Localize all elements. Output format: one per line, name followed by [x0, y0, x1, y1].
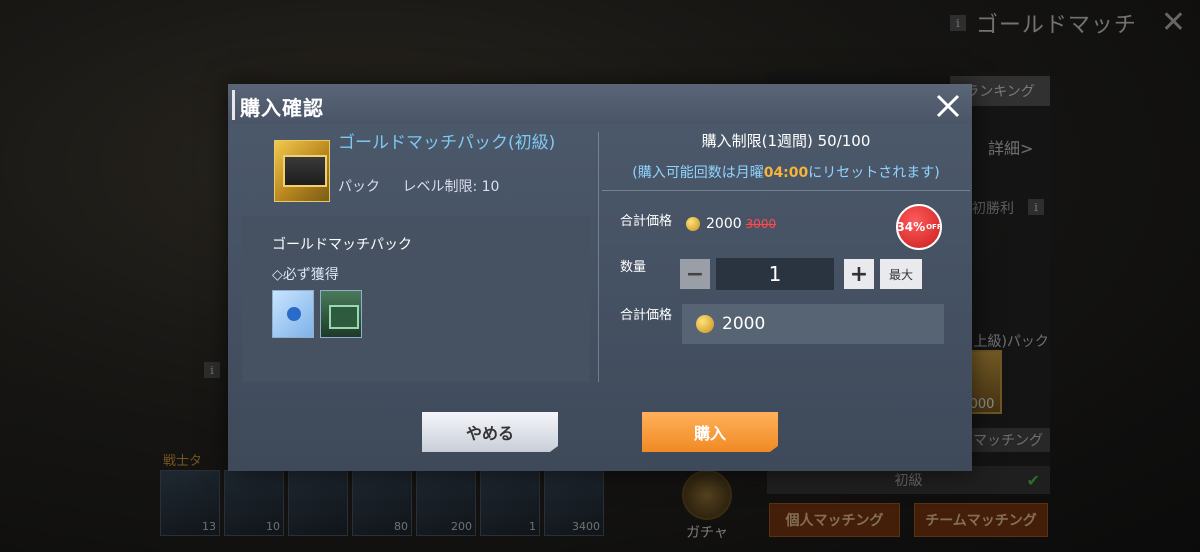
buy-button[interactable]: 購入	[642, 412, 778, 452]
contents-title: ゴールドマッチパック	[272, 237, 412, 253]
discount-badge: 34% OFF	[896, 204, 942, 250]
coin-icon	[696, 315, 714, 333]
total-label: 合計価格	[620, 308, 673, 323]
guaranteed-label: ◇必ず獲得	[272, 267, 339, 283]
decrease-button[interactable]: −	[680, 259, 710, 289]
separator	[602, 190, 970, 191]
quantity-stepper: − 1 + 最大	[680, 258, 922, 290]
price-value: 2000	[706, 216, 742, 232]
item-meta: パック レベル制限: 10	[338, 176, 517, 196]
cancel-button[interactable]: やめる	[422, 412, 558, 452]
close-icon[interactable]	[934, 92, 962, 120]
purchase-confirm-dialog: 購入確認 ゴールドマッチパック(初級) パック レベル制限: 10 ゴールドマッ…	[228, 84, 972, 471]
pack-contents: ゴールドマッチパック ◇必ず獲得	[242, 216, 590, 382]
increase-button[interactable]: +	[844, 259, 874, 289]
item-info-panel: ゴールドマッチパック(初級) パック レベル制限: 10 ゴールドマッチパック …	[228, 124, 598, 384]
reset-time: 04:00	[763, 165, 809, 181]
chest-icon[interactable]	[320, 290, 362, 338]
quantity-field[interactable]: 1	[716, 258, 834, 290]
column-divider	[598, 132, 599, 382]
item-type: パック	[338, 179, 380, 195]
contents-items	[272, 290, 362, 338]
title-accent-bar	[232, 90, 235, 120]
total-price: 2000	[682, 304, 944, 344]
quantity-label: 数量	[620, 260, 647, 275]
item-level-limit: レベル制限: 10	[402, 179, 500, 195]
price-label: 合計価格	[620, 214, 673, 229]
max-button[interactable]: 最大	[880, 259, 922, 289]
dialog-header: 購入確認	[228, 84, 972, 124]
purchase-panel: 購入制限(1週間) 50/100 (購入可能回数は月曜04:00にリセットされま…	[600, 124, 972, 384]
coin-icon	[686, 217, 700, 231]
item-name: ゴールドマッチパック(初級)	[338, 133, 556, 153]
reset-note: (購入可能回数は月曜04:00にリセットされます)	[632, 165, 940, 181]
unit-price: 2000 3000	[686, 216, 776, 232]
ticket-icon[interactable]	[272, 290, 314, 338]
total-value: 2000	[722, 314, 766, 334]
original-price: 3000	[745, 217, 777, 231]
dialog-title: 購入確認	[240, 96, 324, 120]
gold-pack-icon	[274, 140, 330, 202]
purchase-limit: 購入制限(1週間) 50/100	[701, 132, 871, 150]
